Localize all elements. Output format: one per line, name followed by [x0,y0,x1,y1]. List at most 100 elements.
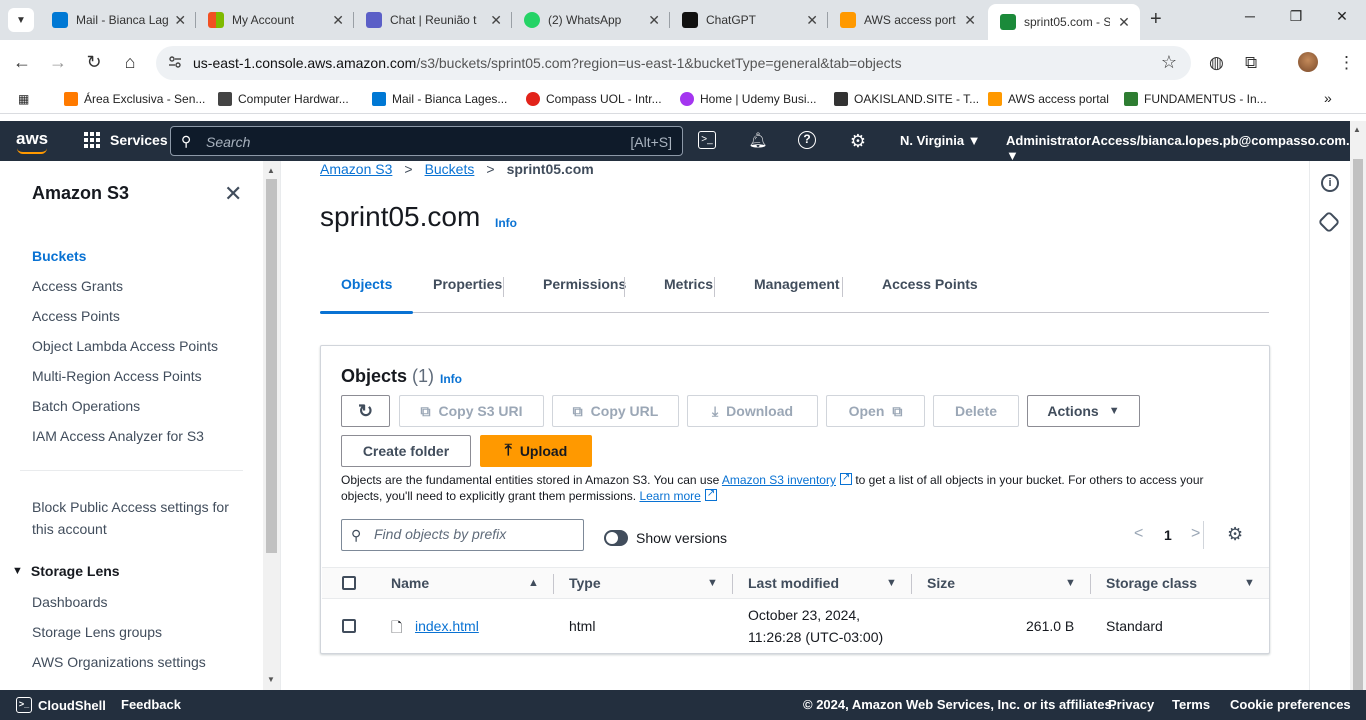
tab-objects[interactable]: Objects [320,265,414,314]
bookmark-item[interactable]: AWS access portal [988,92,1109,106]
tab-search-button[interactable]: ▼ [8,8,34,32]
feedback-hexagon-icon[interactable] [1317,210,1341,234]
sidebar-item-block-public-access[interactable]: this account [32,521,107,537]
account-menu[interactable]: AdministratorAccess/bianca.lopes.pb@comp… [1006,133,1363,163]
bookmark-item[interactable]: Computer Hardwar... [218,92,349,106]
more-menu-icon[interactable]: ⋮ [1338,53,1355,73]
help-icon[interactable]: ? [798,131,816,149]
column-last-modified[interactable]: Last modified [748,575,839,591]
profile-avatar[interactable] [1298,52,1318,72]
browser-tab[interactable]: AWS access port ✕ [828,4,986,36]
sidebar-item-access-points[interactable]: Access Points [32,308,120,324]
tab-metrics[interactable]: Metrics [643,265,734,313]
show-versions-toggle[interactable] [604,530,628,546]
close-icon[interactable]: ✕ [1116,14,1132,31]
sort-icon[interactable]: ▼ [707,577,718,589]
page-number[interactable]: 1 [1164,527,1172,543]
close-navigation-icon[interactable]: ✕ [224,181,242,207]
forward-icon[interactable]: → [47,52,69,73]
column-resizer[interactable] [732,574,733,594]
site-info-icon[interactable] [168,55,182,69]
delete-button[interactable]: Delete [933,395,1019,427]
back-icon[interactable]: ← [11,52,33,73]
sort-icon[interactable]: ▼ [1244,577,1255,589]
page-scrollbar[interactable]: ▲ [1350,121,1366,699]
more-bookmarks-icon[interactable]: » [1324,90,1332,106]
feedback-link[interactable]: Feedback [121,697,181,712]
bookmark-item[interactable]: Área Exclusiva - Sen... [64,92,205,106]
bookmark-item[interactable]: OAKISLAND.SITE - T... [834,92,979,106]
previous-page-icon[interactable]: < [1134,525,1143,543]
scrollbar-thumb[interactable] [1353,159,1363,699]
bookmark-item[interactable]: FUNDAMENTUS - In... [1124,92,1267,106]
url-input[interactable]: us-east-1.console.aws.amazon.com/s3/buck… [156,46,1191,80]
tab-permissions[interactable]: Permissions [522,265,647,313]
scroll-down-icon[interactable]: ▼ [267,675,275,684]
sidebar-item-storage-lens-groups[interactable]: Storage Lens groups [32,624,162,640]
close-icon[interactable]: ✕ [804,12,820,29]
download-button[interactable]: ⤓ Download [687,395,818,427]
sidebar-item-iam-access-analyzer[interactable]: IAM Access Analyzer for S3 [32,428,204,444]
close-icon[interactable]: ✕ [646,12,662,29]
sidebar-item-block-public-access[interactable]: Block Public Access settings for [32,499,229,515]
extensions-puzzle-icon[interactable]: ⧉ [1245,53,1257,73]
table-preferences-gear-icon[interactable]: ⚙ [1227,524,1243,545]
sort-icon[interactable]: ▼ [1065,577,1076,589]
cookie-preferences-link[interactable]: Cookie preferences [1230,697,1351,712]
services-menu-button[interactable]: Services [84,132,168,148]
scroll-up-icon[interactable]: ▲ [267,166,275,175]
bookmark-star-icon[interactable]: ☆ [1161,52,1177,73]
tab-properties[interactable]: Properties [412,265,523,313]
browser-tab[interactable]: Chat | Reunião t ✕ [354,4,512,36]
upload-button[interactable]: ⤒ Upload [480,435,592,467]
maximize-icon[interactable]: ❐ [1286,8,1306,25]
new-tab-icon[interactable]: + [1150,8,1162,31]
s3-inventory-link[interactable]: Amazon S3 inventory [722,473,836,487]
next-page-icon[interactable]: > [1191,525,1200,543]
sidebar-item-multi-region[interactable]: Multi-Region Access Points [32,368,202,384]
breadcrumb-buckets[interactable]: Buckets [425,161,475,177]
console-search-input[interactable]: ⚲ Search [Alt+S] [170,126,683,156]
minimize-icon[interactable]: ─ [1240,8,1260,24]
close-icon[interactable]: ✕ [173,12,188,29]
breadcrumb-amazon-s3[interactable]: Amazon S3 [320,161,392,177]
bookmark-item[interactable]: Compass UOL - Intr... [526,92,662,106]
browser-tab[interactable]: My Account ✕ [196,4,354,36]
browser-tab-active[interactable]: sprint05.com - S ✕ [988,4,1140,40]
bookmark-item[interactable]: Home | Udemy Busi... [680,92,816,106]
column-name[interactable]: Name [391,575,429,591]
page-info-link[interactable]: Info [495,216,517,230]
column-type[interactable]: Type [569,575,601,591]
aws-logo[interactable]: aws [16,129,48,149]
sort-icon[interactable]: ▼ [886,577,897,589]
objects-info-link[interactable]: Info [440,372,462,386]
notifications-bell-icon[interactable]: 🔔︎ [748,131,768,151]
cloudshell-icon[interactable]: >_ [698,131,716,149]
side-nav-title[interactable]: Amazon S3 [32,183,129,204]
region-selector[interactable]: N. Virginia ▼ [900,133,981,148]
copy-s3-uri-button[interactable]: ⧉ Copy S3 URI [399,395,544,427]
settings-gear-icon[interactable]: ⚙ [848,131,868,151]
browser-tab[interactable]: (2) WhatsApp ✕ [512,4,670,36]
sidebar-item-access-grants[interactable]: Access Grants [32,278,123,294]
close-icon[interactable]: ✕ [488,12,504,29]
info-panel-icon[interactable]: i [1321,174,1339,192]
column-resizer[interactable] [911,574,912,594]
tab-access-points[interactable]: Access Points [861,265,999,313]
close-icon[interactable]: ✕ [962,12,978,29]
terms-link[interactable]: Terms [1172,697,1210,712]
sidebar-item-dashboards[interactable]: Dashboards [32,594,108,610]
column-size[interactable]: Size [927,575,955,591]
scrollbar-thumb[interactable] [266,179,277,553]
select-all-checkbox[interactable] [342,576,356,590]
object-name-link[interactable]: index.html [415,618,479,634]
column-resizer[interactable] [553,574,554,594]
window-close-icon[interactable]: ✕ [1332,8,1352,25]
home-icon[interactable]: ⌂ [119,52,141,73]
column-storage-class[interactable]: Storage class [1106,575,1197,591]
sidebar-item-object-lambda[interactable]: Object Lambda Access Points [32,338,218,354]
bookmark-item[interactable]: Mail - Bianca Lages... [372,92,507,106]
create-folder-button[interactable]: Create folder [341,435,471,467]
privacy-link[interactable]: Privacy [1108,697,1154,712]
column-resizer[interactable] [1090,574,1091,594]
